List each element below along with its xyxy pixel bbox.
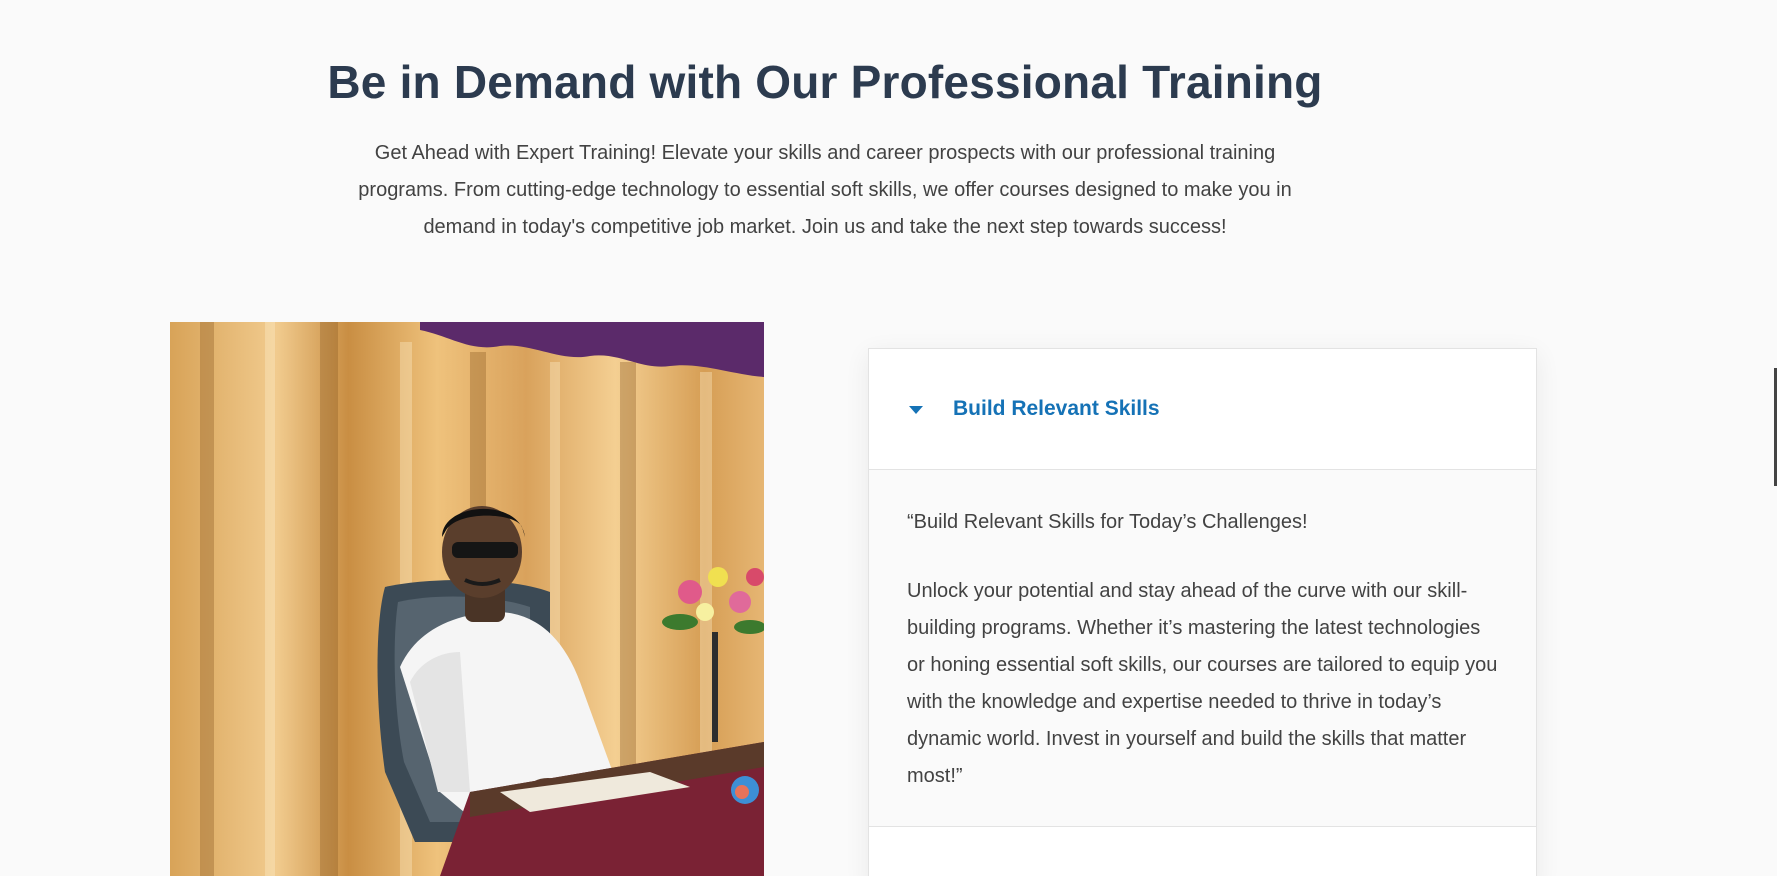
- founder-photo-illustration: [200, 322, 764, 876]
- accordion-body-intro: “Build Relevant Skills for Today’s Chall…: [907, 511, 1308, 533]
- skills-accordion: Build Relevant Skills “Build Relevant Sk…: [868, 348, 1537, 876]
- accordion-next-item[interactable]: [869, 827, 1536, 876]
- section-headline: Be in Demand with Our Professional Train…: [327, 56, 1323, 108]
- page: Be in Demand with Our Professional Train…: [0, 0, 1777, 876]
- accordion-body-text: Unlock your potential and stay ahead of …: [907, 580, 1498, 787]
- accordion-title: Build Relevant Skills: [953, 397, 1160, 420]
- accordion-panel: “Build Relevant Skills for Today’s Chall…: [869, 470, 1536, 827]
- founder-photo: [170, 322, 764, 876]
- section-lead-paragraph: Get Ahead with Expert Training! Elevate …: [358, 142, 1292, 238]
- caret-down-icon: [909, 406, 923, 414]
- accordion-header-build-relevant-skills[interactable]: Build Relevant Skills: [869, 349, 1536, 470]
